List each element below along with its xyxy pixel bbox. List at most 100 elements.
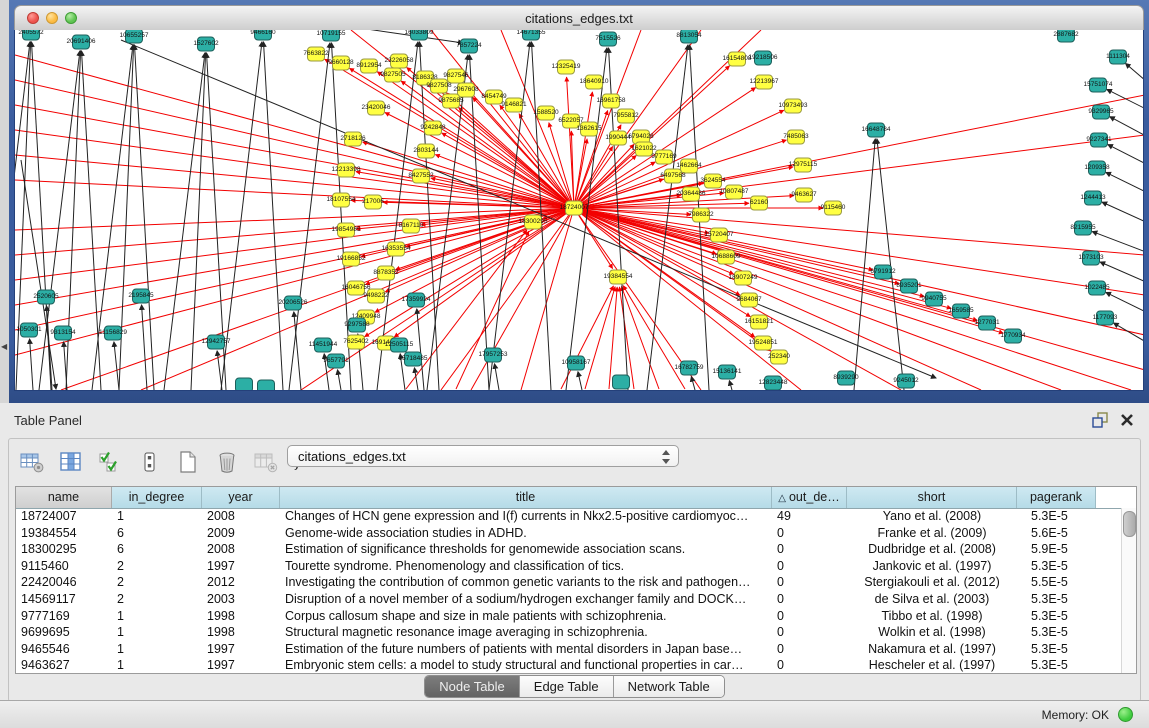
tab-node-table[interactable]: Node Table	[425, 676, 520, 697]
network-node[interactable]: 19854985	[332, 223, 361, 237]
delete-attribute-trash-icon[interactable]	[214, 449, 240, 475]
create-new-attribute-icon[interactable]	[175, 449, 201, 475]
table-selector-dropdown[interactable]: citations_edges.txt	[287, 445, 679, 467]
table-row[interactable]: 1938455462009Genome-wide association stu…	[16, 525, 1122, 542]
network-node[interactable]: 19524851	[749, 336, 778, 350]
citation-network-graph[interactable]: 1872400718300295193845547663822966012889…	[15, 30, 1144, 390]
network-node[interactable]: 8215955	[1070, 221, 1096, 235]
network-node[interactable]: 9940755	[921, 292, 947, 306]
network-node[interactable]: 2405572	[18, 30, 44, 40]
network-node[interactable]: 1659585	[948, 304, 974, 318]
network-node[interactable]: 9827505	[380, 68, 406, 82]
network-node[interactable]: 1770934	[1000, 329, 1026, 343]
network-node[interactable]: 3624554	[700, 174, 726, 188]
network-node[interactable]: 1050301	[16, 323, 42, 337]
network-node[interactable]: 252340	[768, 350, 790, 364]
network-node[interactable]: 8935201	[896, 279, 922, 293]
network-node[interactable]: 8878352	[373, 266, 399, 280]
network-node[interactable]: 9463627	[791, 188, 817, 202]
network-node[interactable]: 19218506	[749, 51, 778, 65]
network-node[interactable]: 7515526	[595, 32, 621, 46]
network-node[interactable]: 23226058	[385, 54, 414, 68]
network-node[interactable]: 17359924	[402, 293, 431, 307]
network-node[interactable]: 1527602	[193, 37, 219, 51]
scrollbar-thumb[interactable]	[1123, 511, 1136, 537]
network-node[interactable]: 16154808	[723, 52, 752, 66]
network-node[interactable]: 7857224	[456, 39, 482, 53]
network-node[interactable]: 8167110	[399, 219, 424, 233]
network-node[interactable]: 9115460	[821, 201, 846, 215]
network-node[interactable]: 10719155	[317, 30, 346, 41]
column-header-in_degree[interactable]: in_degree	[112, 487, 202, 508]
network-node[interactable]: 7485063	[783, 130, 809, 144]
network-node[interactable]: 217006	[362, 195, 384, 209]
network-node[interactable]: 2887682	[1053, 30, 1079, 42]
network-node[interactable]	[613, 375, 630, 389]
column-header-out_degree[interactable]: △out_de…	[772, 487, 847, 508]
network-node[interactable]: 9875685	[438, 94, 464, 108]
network-node[interactable]: 8813054	[676, 30, 702, 43]
network-node[interactable]: 8427552	[408, 169, 434, 183]
network-node[interactable]: 9297588	[344, 318, 370, 332]
column-header-pagerank[interactable]: pagerank	[1017, 487, 1096, 508]
network-node[interactable]: 9498222	[363, 289, 389, 303]
network-node[interactable]: 16782759	[675, 361, 704, 375]
network-node[interactable]: 11156829	[99, 326, 127, 340]
network-node[interactable]: 6497568	[660, 169, 686, 183]
close-panel-icon[interactable]	[1119, 412, 1135, 428]
table-row[interactable]: 969969511998Structural magnetic resonanc…	[16, 624, 1122, 641]
attribute-table-settings-icon[interactable]	[19, 449, 45, 475]
network-node[interactable]: 18907249	[729, 271, 758, 285]
float-panel-icon[interactable]	[1091, 412, 1109, 428]
network-node[interactable]: 1362615	[576, 122, 602, 136]
network-node[interactable]: 2803144	[413, 144, 439, 158]
network-node[interactable]: 7986322	[688, 208, 714, 222]
network-node[interactable]: 1588520	[533, 106, 559, 120]
network-node[interactable]	[258, 380, 275, 390]
network-node[interactable]: 18107554	[327, 193, 356, 207]
network-node[interactable]: 19384554	[604, 270, 633, 284]
network-node[interactable]: 15718485	[399, 352, 428, 366]
column-header-title[interactable]: title	[280, 487, 772, 508]
network-node[interactable]: 12975115	[789, 158, 818, 172]
rows-mode-icon[interactable]	[136, 449, 162, 475]
network-node[interactable]: 9466160	[250, 30, 276, 40]
network-node[interactable]: 15136141	[713, 365, 742, 379]
network-node[interactable]: 12823448	[759, 376, 788, 390]
network-node[interactable]: 9657791	[323, 354, 349, 368]
column-header-short[interactable]: short	[847, 487, 1017, 508]
table-row[interactable]: 1872400712008Changes of HCN gene express…	[16, 508, 1122, 525]
table-vertical-scrollbar[interactable]	[1121, 508, 1136, 673]
network-node[interactable]: 10688609	[712, 250, 741, 264]
tab-network-table[interactable]: Network Table	[614, 676, 724, 697]
network-window-titlebar[interactable]: citations_edges.txt	[14, 5, 1144, 32]
network-node[interactable]: 16353554	[382, 242, 411, 256]
tab-edge-table[interactable]: Edge Table	[520, 676, 614, 697]
network-node[interactable]: 20691406	[67, 35, 96, 49]
network-node[interactable]: 12325419	[552, 60, 581, 74]
network-node[interactable]: 17957253	[479, 348, 508, 362]
network-node[interactable]: 10807487	[720, 185, 749, 199]
memory-status-indicator[interactable]	[1118, 707, 1133, 722]
network-node[interactable]: 62160	[750, 196, 768, 210]
network-node[interactable]: 9245012	[893, 374, 919, 388]
network-node[interactable]: 16151821	[745, 315, 774, 329]
table-row[interactable]: 911546021997Tourette syndrome. Phenomeno…	[16, 558, 1122, 575]
network-node[interactable]: 9684067	[736, 293, 762, 307]
table-row[interactable]: 1456911722003Disruption of a novel membe…	[16, 591, 1122, 608]
network-node[interactable]: 1244413	[1080, 191, 1106, 205]
table-row[interactable]: 2242004622012Investigating the contribut…	[16, 574, 1122, 591]
network-node[interactable]: 18640910	[580, 75, 609, 89]
network-node[interactable]: 11451944	[309, 338, 338, 352]
network-node[interactable]: 20206526	[279, 296, 308, 310]
network-node[interactable]: 1111304	[1106, 50, 1130, 64]
show-columns-icon[interactable]	[58, 449, 84, 475]
network-node[interactable]: 14671355	[517, 30, 546, 40]
table-row[interactable]: 1830029562008Estimation of significance …	[16, 541, 1122, 558]
network-node[interactable]: 8912954	[356, 59, 382, 73]
network-node[interactable]: 9146821	[501, 98, 527, 112]
network-node[interactable]: 16961758	[597, 94, 626, 108]
network-node[interactable]: 16648784	[862, 123, 891, 137]
column-header-name[interactable]: name	[16, 487, 112, 508]
network-node[interactable]: 10958167	[562, 356, 591, 370]
